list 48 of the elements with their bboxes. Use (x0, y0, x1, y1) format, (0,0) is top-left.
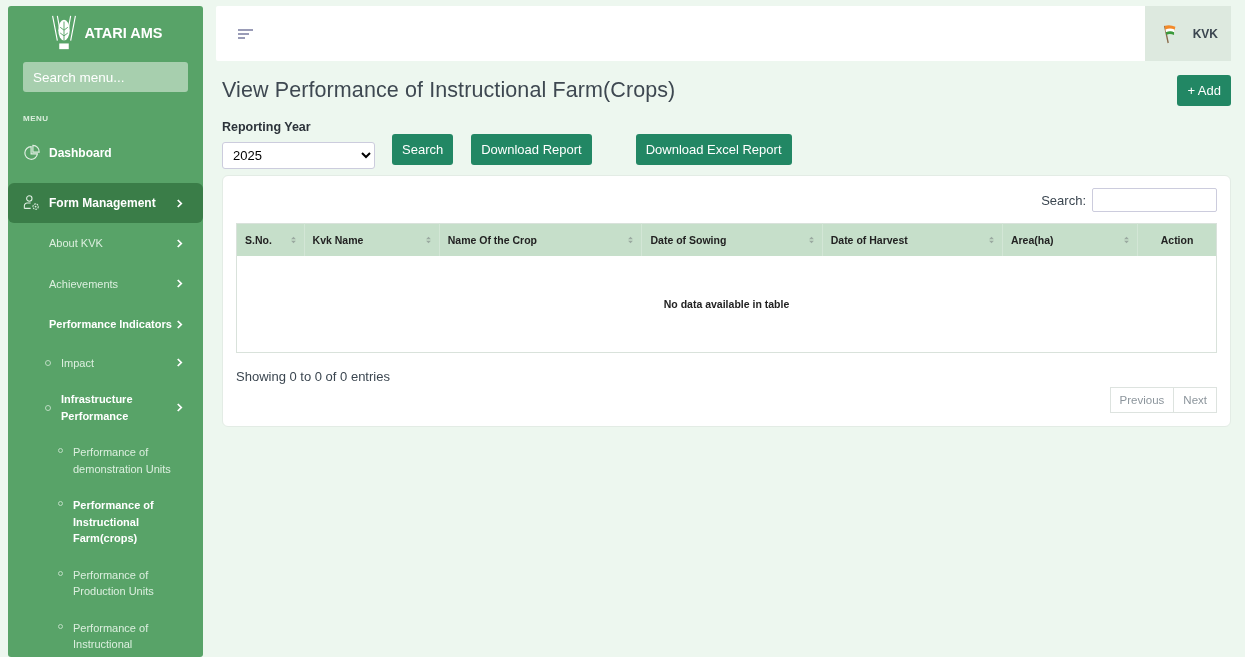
sidebar-item[interactable]: Achievements (8, 263, 203, 304)
sort-icon (425, 236, 431, 244)
chevron-right-icon (176, 358, 183, 368)
sidebar-item[interactable]: Infrastructure Performance (8, 381, 203, 434)
table-info: Showing 0 to 0 of 0 entries (236, 369, 391, 384)
column-header[interactable]: Date of Sowing (642, 223, 823, 256)
menu-section-label: MENU (23, 114, 50, 123)
chevron-right-icon (176, 238, 183, 248)
search-button[interactable]: Search (392, 134, 454, 165)
menu-icon[interactable] (238, 28, 254, 39)
column-header[interactable]: Area(ha) (1002, 223, 1138, 256)
sort-icon (628, 236, 634, 244)
user-menu[interactable]: KVK (1144, 6, 1231, 61)
sort-icon (1124, 236, 1130, 244)
chevron-right-icon (176, 319, 183, 329)
empty-table-message: No data available in table (236, 256, 1217, 353)
column-header[interactable]: Date of Harvest (822, 223, 1003, 256)
chevron-right-icon (176, 279, 183, 289)
sidebar-item[interactable]: Impact (8, 344, 203, 381)
menu-search-field[interactable]: Search menu... (23, 62, 188, 92)
sidebar-item[interactable]: Dashboard (8, 133, 203, 173)
sidebar-item[interactable]: Performance of Instructional (8, 609, 203, 657)
sort-icon (988, 236, 994, 244)
chevron-right-icon (176, 403, 183, 412)
column-header[interactable]: Kvk Name (304, 223, 440, 256)
reporting-year-select[interactable]: 2025 (222, 142, 375, 169)
sidebar-item[interactable]: Performance of demonstration Units (8, 434, 203, 487)
sidebar-item[interactable]: Performance Indicators (8, 304, 203, 345)
column-header[interactable]: Name Of the Crop (439, 223, 642, 256)
add-button[interactable]: + Add (1177, 75, 1231, 106)
download-report-button[interactable]: Download Report (471, 134, 592, 165)
column-header[interactable]: S.No. (236, 223, 305, 256)
download-excel-report-button[interactable]: Download Excel Report (635, 134, 792, 165)
chevron-right-icon (176, 198, 183, 208)
brand-name: ATARI AMS (84, 25, 163, 41)
sidebar-item[interactable]: About KVK (8, 223, 203, 264)
page-title: View Performance of Instructional Farm(Crops) (222, 78, 676, 103)
sort-icon (808, 236, 814, 244)
reporting-year-label: Reporting Year (222, 120, 312, 134)
sidebar-item[interactable]: Performance of Instructional Farm(crops) (8, 487, 203, 557)
column-header: Action (1137, 223, 1217, 256)
user-gear-icon (23, 194, 41, 212)
pie-chart-icon (23, 144, 41, 162)
sidebar-item[interactable]: Performance of Production Units (8, 556, 203, 610)
table-search-field[interactable] (1092, 188, 1217, 212)
table-search-label: Search: (1041, 192, 1086, 208)
sort-icon (290, 236, 296, 244)
sidebar-item[interactable]: Form Management (8, 183, 203, 223)
